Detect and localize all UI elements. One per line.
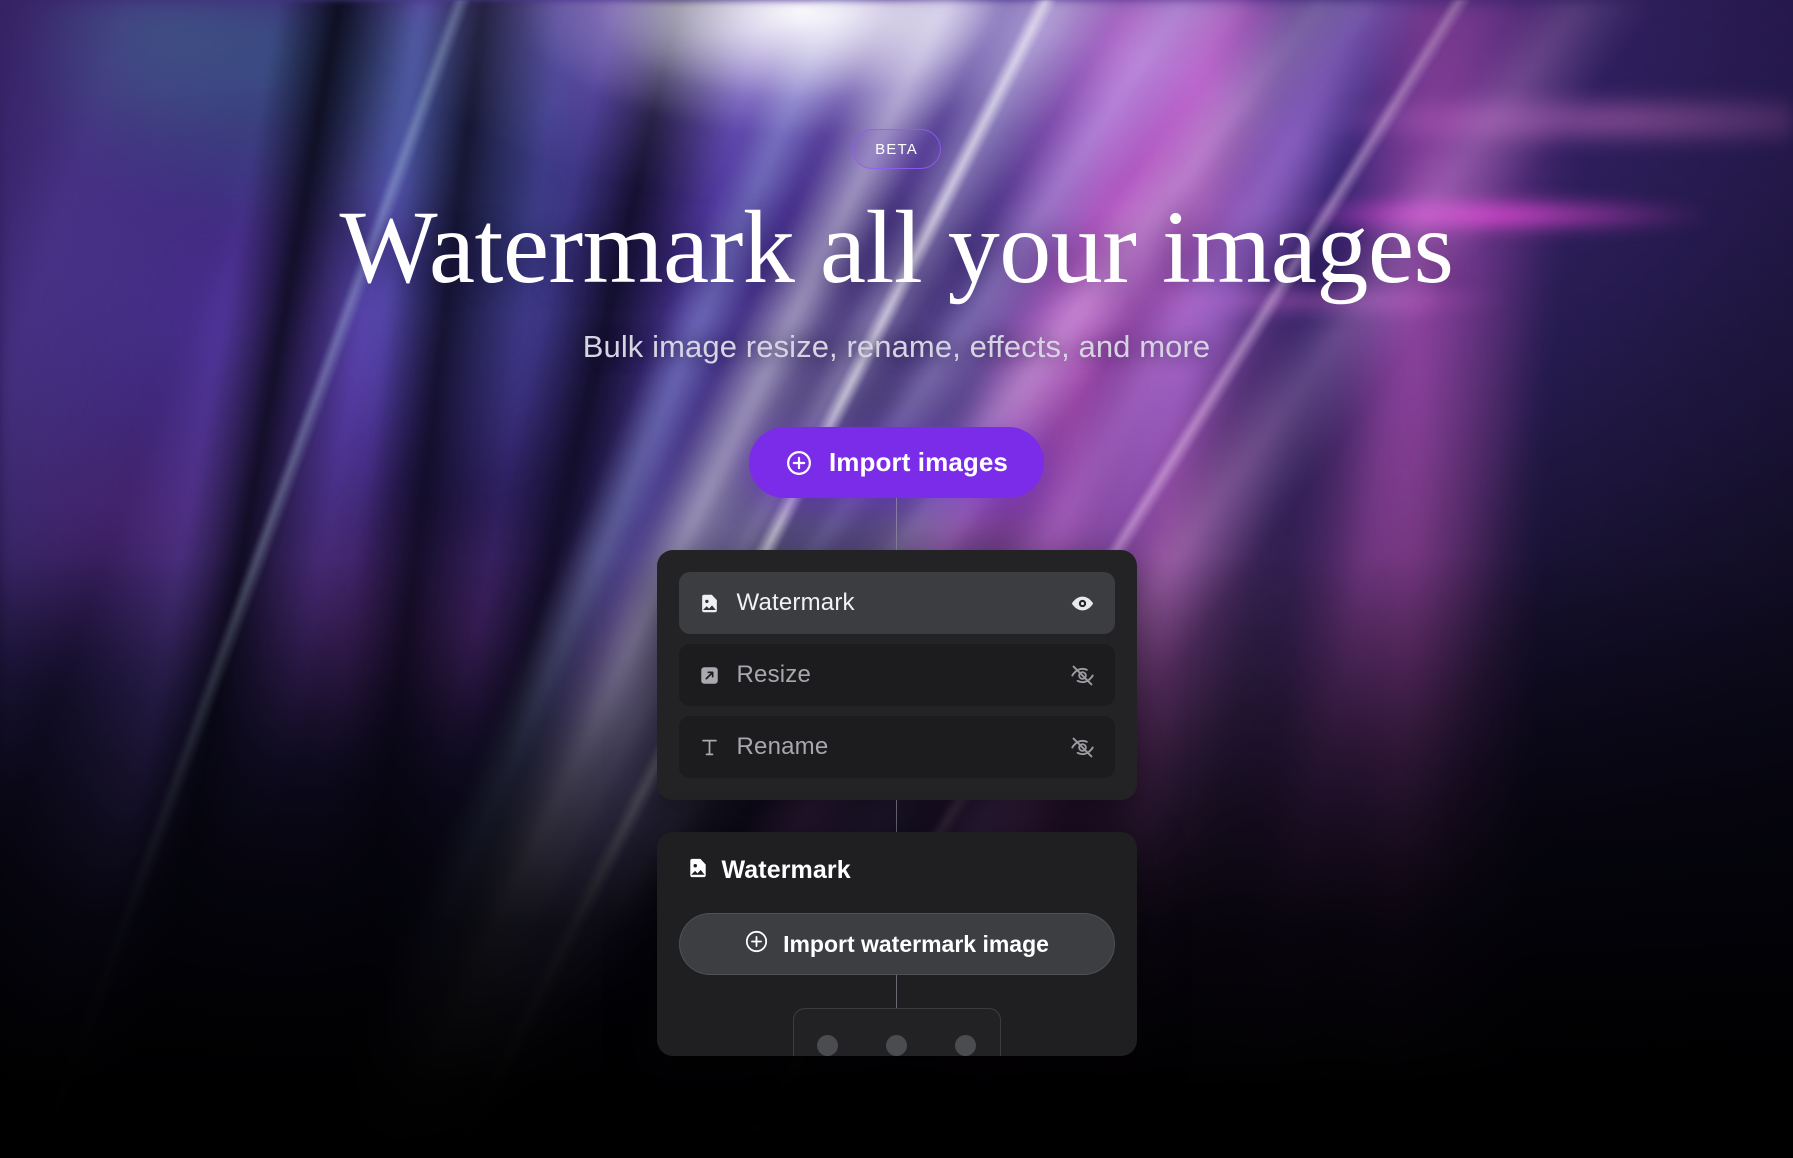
import-watermark-image-button[interactable]: Import watermark image: [678, 913, 1115, 976]
watermark-panel: Watermark Import watermark image: [656, 832, 1137, 1057]
eye-slash-icon[interactable]: [1070, 735, 1095, 760]
option-label-rename: Rename: [736, 733, 829, 761]
plus-circle-icon: [744, 929, 769, 960]
text-type-icon: [699, 737, 721, 758]
watermark-position-grid: [792, 1008, 1001, 1057]
page-title: Watermark all your images: [339, 190, 1454, 305]
option-row-resize[interactable]: Resize: [678, 644, 1115, 707]
image-watermark-icon: [699, 593, 721, 614]
connector-line-bottom: [895, 800, 898, 833]
import-images-label: Import images: [828, 447, 1008, 478]
eye-slash-icon[interactable]: [1070, 663, 1095, 688]
option-row-watermark[interactable]: Watermark: [678, 572, 1115, 635]
import-images-button[interactable]: Import images: [748, 427, 1044, 499]
page-content: BETA Watermark all your images Bulk imag…: [0, 0, 1793, 1158]
plus-circle-icon: [785, 449, 813, 477]
options-panel: Watermark Resize Rename: [656, 550, 1137, 801]
option-row-rename[interactable]: Rename: [678, 716, 1115, 779]
connector-line-top: [895, 498, 898, 551]
position-dot-center[interactable]: [885, 1035, 907, 1057]
option-label-watermark: Watermark: [736, 589, 855, 617]
eye-icon[interactable]: [1070, 591, 1095, 616]
watermark-panel-header: Watermark: [679, 856, 1115, 885]
beta-badge: BETA: [852, 129, 941, 169]
position-dot-right[interactable]: [954, 1035, 976, 1057]
image-watermark-icon: [687, 857, 709, 884]
option-label-resize: Resize: [736, 661, 812, 689]
page-subtitle: Bulk image resize, rename, effects, and …: [582, 329, 1211, 365]
import-watermark-label: Import watermark image: [783, 930, 1049, 957]
connector-line-watermark: [895, 975, 898, 1009]
app-root: BETA Watermark all your images Bulk imag…: [0, 0, 1793, 1158]
watermark-panel-title: Watermark: [721, 856, 851, 885]
resize-arrow-icon: [699, 665, 721, 686]
position-dot-left[interactable]: [817, 1035, 839, 1057]
